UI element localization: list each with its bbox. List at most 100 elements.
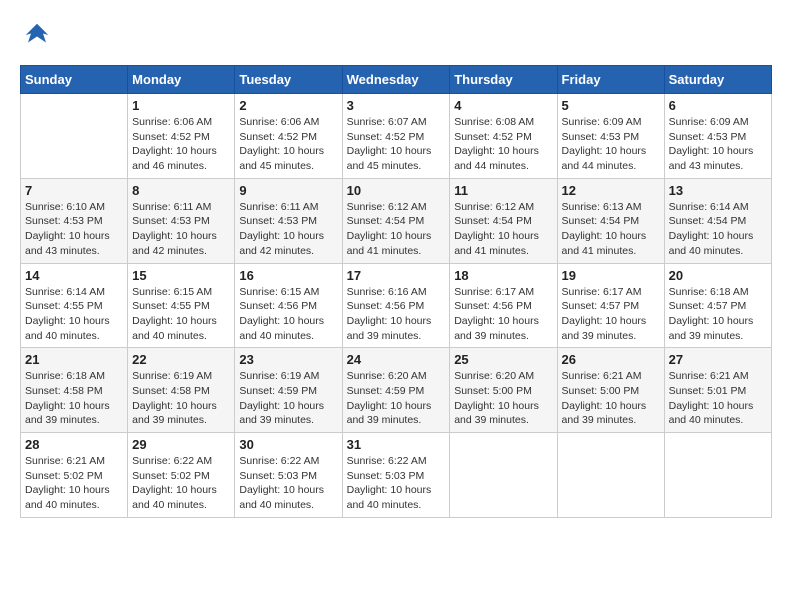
day-info: Sunrise: 6:08 AMSunset: 4:52 PMDaylight:… <box>454 115 552 174</box>
calendar-cell: 20Sunrise: 6:18 AMSunset: 4:57 PMDayligh… <box>664 263 771 348</box>
day-info: Sunrise: 6:19 AMSunset: 4:59 PMDaylight:… <box>239 369 337 428</box>
calendar-header-friday: Friday <box>557 66 664 94</box>
logo-bird-icon <box>22 20 52 50</box>
day-info: Sunrise: 6:15 AMSunset: 4:56 PMDaylight:… <box>239 285 337 344</box>
day-info: Sunrise: 6:14 AMSunset: 4:54 PMDaylight:… <box>669 200 767 259</box>
day-number: 9 <box>239 183 337 198</box>
calendar-header-tuesday: Tuesday <box>235 66 342 94</box>
day-number: 29 <box>132 437 230 452</box>
calendar-cell <box>21 94 128 179</box>
calendar-cell: 26Sunrise: 6:21 AMSunset: 5:00 PMDayligh… <box>557 348 664 433</box>
calendar-cell: 25 Sunrise: 6:20 AMSunset: 5:00 PMDayligh… <box>450 348 557 433</box>
day-info: Sunrise: 6:21 AMSunset: 5:02 PMDaylight:… <box>25 454 123 513</box>
day-number: 24 <box>347 352 446 367</box>
day-number: 17 <box>347 268 446 283</box>
calendar-week-row: 1 Sunrise: 6:06 AMSunset: 4:52 PMDaylight… <box>21 94 772 179</box>
calendar-cell: 15 Sunrise: 6:15 AMSunset: 4:55 PMDayligh… <box>128 263 235 348</box>
calendar-header-saturday: Saturday <box>664 66 771 94</box>
day-number: 21 <box>25 352 123 367</box>
calendar-cell <box>664 433 771 518</box>
day-number: 23 <box>239 352 337 367</box>
calendar-header-monday: Monday <box>128 66 235 94</box>
day-number: 8 <box>132 183 230 198</box>
calendar-header-row: SundayMondayTuesdayWednesdayThursdayFrid… <box>21 66 772 94</box>
day-number: 1 <box>132 98 230 113</box>
day-info: Sunrise: 6:20 AMSunset: 5:00 PMDaylight:… <box>454 369 552 428</box>
day-info: Sunrise: 6:15 AMSunset: 4:55 PMDaylight:… <box>132 285 230 344</box>
calendar-cell: 31 Sunrise: 6:22 AMSunset: 5:03 PMDayligh… <box>342 433 450 518</box>
calendar-cell: 2Sunrise: 6:06 AMSunset: 4:52 PMDaylight… <box>235 94 342 179</box>
day-info: Sunrise: 6:18 AMSunset: 4:58 PMDaylight:… <box>25 369 123 428</box>
calendar-cell: 16 Sunrise: 6:15 AMSunset: 4:56 PMDayligh… <box>235 263 342 348</box>
calendar-cell: 22 Sunrise: 6:19 AMSunset: 4:58 PMDayligh… <box>128 348 235 433</box>
day-number: 22 <box>132 352 230 367</box>
calendar-cell <box>450 433 557 518</box>
day-info: Sunrise: 6:17 AMSunset: 4:56 PMDaylight:… <box>454 285 552 344</box>
calendar-week-row: 21 Sunrise: 6:18 AMSunset: 4:58 PMDayligh… <box>21 348 772 433</box>
calendar-cell: 12 Sunrise: 6:13 AMSunset: 4:54 PMDayligh… <box>557 178 664 263</box>
calendar-cell: 21 Sunrise: 6:18 AMSunset: 4:58 PMDayligh… <box>21 348 128 433</box>
calendar-cell: 19Sunrise: 6:17 AMSunset: 4:57 PMDayligh… <box>557 263 664 348</box>
calendar-week-row: 14 Sunrise: 6:14 AMSunset: 4:55 PMDayligh… <box>21 263 772 348</box>
calendar-cell: 3 Sunrise: 6:07 AMSunset: 4:52 PMDaylight… <box>342 94 450 179</box>
calendar-week-row: 28 Sunrise: 6:21 AMSunset: 5:02 PMDayligh… <box>21 433 772 518</box>
day-info: Sunrise: 6:10 AMSunset: 4:53 PMDaylight:… <box>25 200 123 259</box>
calendar-cell: 4 Sunrise: 6:08 AMSunset: 4:52 PMDaylight… <box>450 94 557 179</box>
day-number: 5 <box>562 98 660 113</box>
calendar-header-sunday: Sunday <box>21 66 128 94</box>
calendar-cell: 23 Sunrise: 6:19 AMSunset: 4:59 PMDayligh… <box>235 348 342 433</box>
calendar-cell: 8 Sunrise: 6:11 AMSunset: 4:53 PMDaylight… <box>128 178 235 263</box>
calendar-cell: 29 Sunrise: 6:22 AMSunset: 5:02 PMDayligh… <box>128 433 235 518</box>
day-info: Sunrise: 6:11 AMSunset: 4:53 PMDaylight:… <box>239 200 337 259</box>
day-info: Sunrise: 6:17 AMSunset: 4:57 PMDaylight:… <box>562 285 660 344</box>
calendar-table: SundayMondayTuesdayWednesdayThursdayFrid… <box>20 65 772 518</box>
calendar-cell: 5 Sunrise: 6:09 AMSunset: 4:53 PMDaylight… <box>557 94 664 179</box>
day-info: Sunrise: 6:22 AMSunset: 5:02 PMDaylight:… <box>132 454 230 513</box>
day-number: 10 <box>347 183 446 198</box>
day-number: 14 <box>25 268 123 283</box>
day-info: Sunrise: 6:06 AMSunset: 4:52 PMDaylight:… <box>239 115 337 174</box>
day-info: Sunrise: 6:09 AMSunset: 4:53 PMDaylight:… <box>562 115 660 174</box>
calendar-cell: 10 Sunrise: 6:12 AMSunset: 4:54 PMDayligh… <box>342 178 450 263</box>
calendar-cell: 6Sunrise: 6:09 AMSunset: 4:53 PMDaylight… <box>664 94 771 179</box>
calendar-cell: 7 Sunrise: 6:10 AMSunset: 4:53 PMDaylight… <box>21 178 128 263</box>
day-number: 25 <box>454 352 552 367</box>
calendar-cell: 18 Sunrise: 6:17 AMSunset: 4:56 PMDayligh… <box>450 263 557 348</box>
day-info: Sunrise: 6:11 AMSunset: 4:53 PMDaylight:… <box>132 200 230 259</box>
calendar-cell: 27Sunrise: 6:21 AMSunset: 5:01 PMDayligh… <box>664 348 771 433</box>
logo <box>20 20 52 55</box>
day-number: 7 <box>25 183 123 198</box>
day-number: 12 <box>562 183 660 198</box>
day-info: Sunrise: 6:14 AMSunset: 4:55 PMDaylight:… <box>25 285 123 344</box>
calendar-week-row: 7 Sunrise: 6:10 AMSunset: 4:53 PMDaylight… <box>21 178 772 263</box>
day-number: 13 <box>669 183 767 198</box>
page-header <box>20 20 772 55</box>
calendar-cell: 1Sunrise: 6:06 AMSunset: 4:52 PMDaylight… <box>128 94 235 179</box>
calendar-cell: 30Sunrise: 6:22 AMSunset: 5:03 PMDayligh… <box>235 433 342 518</box>
day-number: 3 <box>347 98 446 113</box>
day-info: Sunrise: 6:21 AMSunset: 5:00 PMDaylight:… <box>562 369 660 428</box>
calendar-header-thursday: Thursday <box>450 66 557 94</box>
day-number: 20 <box>669 268 767 283</box>
day-info: Sunrise: 6:12 AMSunset: 4:54 PMDaylight:… <box>454 200 552 259</box>
day-info: Sunrise: 6:21 AMSunset: 5:01 PMDaylight:… <box>669 369 767 428</box>
day-info: Sunrise: 6:22 AMSunset: 5:03 PMDaylight:… <box>347 454 446 513</box>
day-info: Sunrise: 6:07 AMSunset: 4:52 PMDaylight:… <box>347 115 446 174</box>
day-number: 4 <box>454 98 552 113</box>
day-number: 16 <box>239 268 337 283</box>
calendar-cell: 17 Sunrise: 6:16 AMSunset: 4:56 PMDayligh… <box>342 263 450 348</box>
day-info: Sunrise: 6:19 AMSunset: 4:58 PMDaylight:… <box>132 369 230 428</box>
day-number: 11 <box>454 183 552 198</box>
calendar-cell: 14 Sunrise: 6:14 AMSunset: 4:55 PMDayligh… <box>21 263 128 348</box>
day-number: 6 <box>669 98 767 113</box>
day-info: Sunrise: 6:16 AMSunset: 4:56 PMDaylight:… <box>347 285 446 344</box>
day-info: Sunrise: 6:13 AMSunset: 4:54 PMDaylight:… <box>562 200 660 259</box>
day-number: 15 <box>132 268 230 283</box>
calendar-cell <box>557 433 664 518</box>
day-number: 31 <box>347 437 446 452</box>
calendar-cell: 11 Sunrise: 6:12 AMSunset: 4:54 PMDayligh… <box>450 178 557 263</box>
day-info: Sunrise: 6:12 AMSunset: 4:54 PMDaylight:… <box>347 200 446 259</box>
calendar-cell: 28 Sunrise: 6:21 AMSunset: 5:02 PMDayligh… <box>21 433 128 518</box>
day-number: 18 <box>454 268 552 283</box>
day-number: 28 <box>25 437 123 452</box>
